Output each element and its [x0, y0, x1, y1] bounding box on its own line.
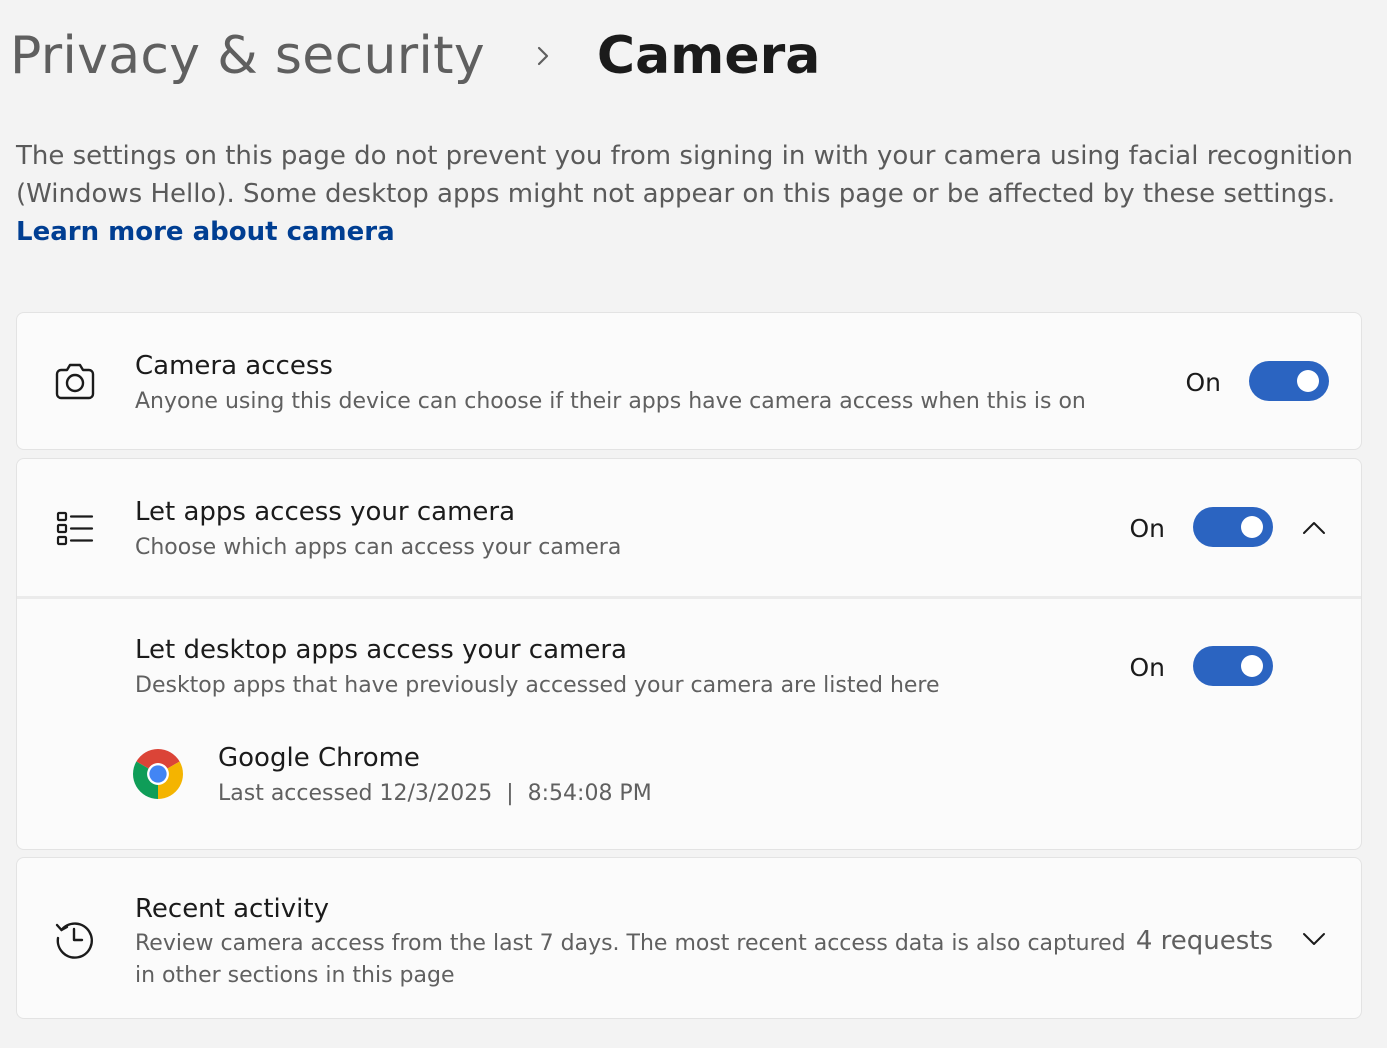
toggle-knob	[1241, 655, 1263, 677]
camera-icon	[53, 360, 97, 404]
toggle-knob	[1241, 516, 1263, 538]
camera-access-state-label: On	[1185, 368, 1221, 397]
camera-access-toggle[interactable]	[1249, 361, 1329, 401]
camera-access-title: Camera access	[135, 351, 333, 381]
recent-activity-title: Recent activity	[135, 894, 329, 924]
page-description: The settings on this page do not prevent…	[16, 137, 1366, 251]
chrome-icon	[133, 749, 183, 799]
apps-access-header-row[interactable]: Let apps access your camera Choose which…	[17, 459, 1361, 597]
apps-access-card: Let apps access your camera Choose which…	[16, 458, 1362, 850]
app-name: Google Chrome	[218, 743, 420, 773]
camera-access-subtitle: Anyone using this device can choose if t…	[135, 389, 1086, 414]
breadcrumb-parent-link[interactable]: Privacy & security	[10, 26, 485, 86]
recent-activity-subtitle-line1: Review camera access from the last 7 day…	[135, 931, 1126, 956]
desktop-apps-subtitle: Desktop apps that have previously access…	[135, 673, 940, 698]
chevron-right-icon	[523, 36, 563, 76]
app-last-accessed: Last accessed 12/3/2025 | 8:54:08 PM	[218, 781, 652, 806]
toggle-knob	[1297, 370, 1319, 392]
recent-activity-count: 4 requests	[1135, 926, 1273, 956]
apps-access-state-label: On	[1129, 514, 1165, 543]
camera-access-card: Camera access Anyone using this device c…	[16, 312, 1362, 450]
desktop-apps-toggle[interactable]	[1193, 646, 1273, 686]
list-item: Google Chrome Last accessed 12/3/2025 | …	[17, 739, 1361, 819]
app-list-icon	[53, 506, 97, 550]
apps-access-title: Let apps access your camera	[135, 497, 516, 527]
page-title: Camera	[596, 26, 821, 86]
chevron-down-icon[interactable]	[1299, 924, 1329, 954]
desktop-apps-title: Let desktop apps access your camera	[135, 635, 627, 665]
apps-access-toggle[interactable]	[1193, 507, 1273, 547]
camera-settings-page: Privacy & security Camera The settings o…	[0, 0, 1387, 1048]
recent-activity-card[interactable]: Recent activity Review camera access fro…	[16, 857, 1362, 1019]
recent-activity-subtitle-line2: in other sections in this page	[135, 963, 455, 988]
description-text: The settings on this page do not prevent…	[16, 141, 1354, 209]
section-divider	[17, 596, 1361, 599]
desktop-apps-state-label: On	[1129, 653, 1165, 682]
apps-access-subtitle: Choose which apps can access your camera	[135, 535, 622, 560]
breadcrumb: Privacy & security Camera	[10, 26, 820, 86]
learn-more-link[interactable]: Learn more about camera	[16, 217, 395, 247]
chevron-up-icon[interactable]	[1299, 513, 1329, 543]
history-icon	[53, 916, 97, 960]
